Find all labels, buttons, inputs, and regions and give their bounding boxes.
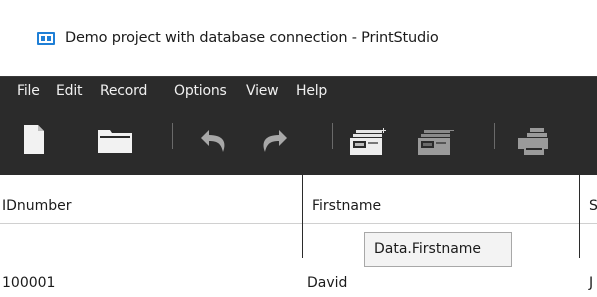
column-header-idnumber[interactable]: IDnumber [2,198,72,214]
column-divider[interactable] [579,175,580,258]
menu-bar: File Edit Record Options View Help [0,76,597,109]
table-cell-firstname[interactable]: David [307,275,347,291]
tooltip-text: Data.Firstname [374,241,482,257]
menu-options[interactable]: Options [174,83,227,99]
column-header-firstname[interactable]: Firstname [312,198,381,214]
toolbar-separator [332,123,333,149]
delete-record-icon[interactable] [418,128,456,155]
toolbar-separator [172,123,173,149]
menu-view[interactable]: View [246,83,279,99]
table-cell-idnumber[interactable]: 100001 [2,275,55,291]
column-divider[interactable] [302,175,303,258]
grid-header: IDnumber Firstname S [0,175,597,224]
redo-icon[interactable] [259,128,289,154]
open-folder-icon[interactable] [98,130,132,153]
app-icon [37,32,55,45]
menu-record[interactable]: Record [100,83,147,99]
table-cell-s[interactable]: J [589,275,593,291]
menu-edit[interactable]: Edit [56,83,83,99]
add-record-icon[interactable] [350,128,388,155]
title-bar: Demo project with database connection - … [0,0,597,76]
new-document-icon[interactable] [24,125,44,154]
menu-file[interactable]: File [17,83,40,99]
column-header-s[interactable]: S [589,198,597,214]
window-title: Demo project with database connection - … [65,30,439,46]
undo-icon[interactable] [199,128,229,154]
tooltip: Data.Firstname [364,232,512,267]
toolbar [0,109,597,175]
menu-help[interactable]: Help [296,83,327,99]
print-icon[interactable] [518,128,554,155]
toolbar-separator [494,123,495,149]
